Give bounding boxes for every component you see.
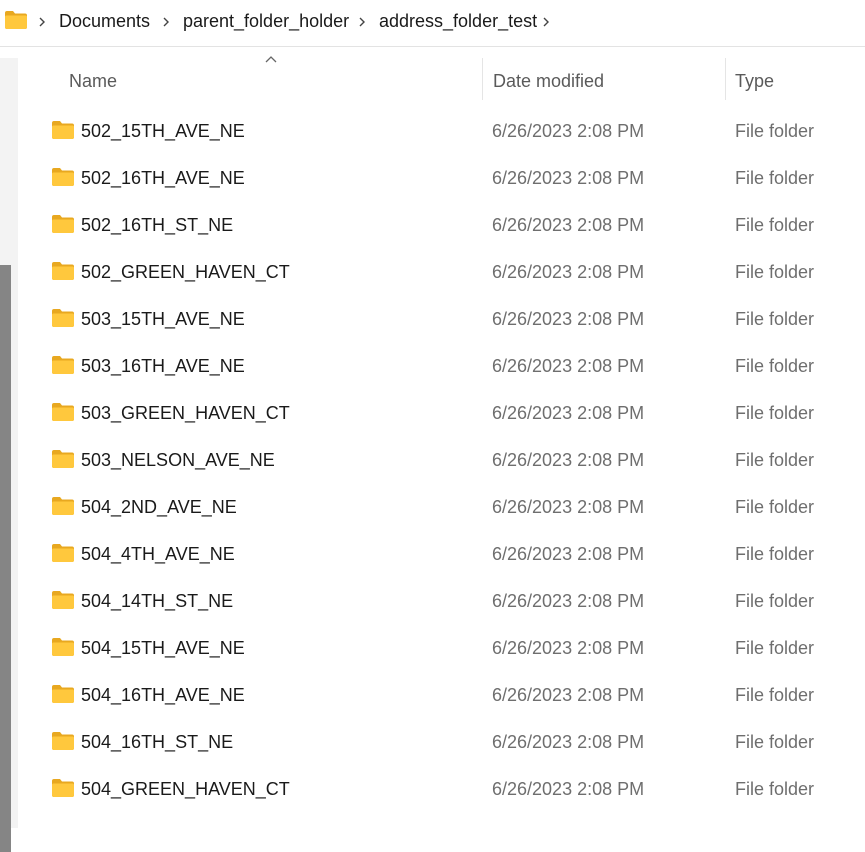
table-row[interactable]: 504_14TH_ST_NE 6/26/2023 2:08 PM File fold… <box>20 578 865 625</box>
folder-icon <box>52 779 74 797</box>
file-name[interactable]: 503_NELSON_AVE_NE <box>81 450 275 471</box>
date-modified: 6/26/2023 2:08 PM <box>492 732 645 752</box>
chevron-up-icon <box>265 56 277 63</box>
file-type: File folder <box>735 732 815 752</box>
file-name[interactable]: 504_14TH_ST_NE <box>81 591 233 612</box>
date-modified: 6/26/2023 2:08 PM <box>492 309 645 329</box>
date-modified: 6/26/2023 2:08 PM <box>492 685 645 705</box>
date-modified: 6/26/2023 2:08 PM <box>492 544 645 564</box>
breadcrumb-item-current-folder[interactable]: address_folder_test <box>379 11 537 32</box>
date-modified: 6/26/2023 2:08 PM <box>492 121 645 141</box>
table-row[interactable]: 504_16TH_AVE_NE 6/26/2023 2:08 PM File fol… <box>20 672 865 719</box>
toolbar-divider <box>0 46 865 47</box>
folder-icon <box>52 309 74 327</box>
file-type: File folder <box>735 403 815 423</box>
folder-icon <box>52 215 74 233</box>
file-type: File folder <box>735 309 815 329</box>
file-type: File folder <box>735 544 815 564</box>
table-row[interactable]: 504_4TH_AVE_NE 6/26/2023 2:08 PM File fold… <box>20 531 865 578</box>
table-row[interactable]: 502_16TH_ST_NE 6/26/2023 2:08 PM File fold… <box>20 202 865 249</box>
file-name[interactable]: 504_2ND_AVE_NE <box>81 497 237 518</box>
column-resize-handle[interactable] <box>725 58 726 100</box>
chevron-right-icon[interactable] <box>160 16 172 28</box>
breadcrumb: Documents parent_folder_holder address_f… <box>0 0 865 45</box>
date-modified: 6/26/2023 2:08 PM <box>492 262 645 282</box>
file-type: File folder <box>735 638 815 658</box>
table-row[interactable]: 504_15TH_AVE_NE 6/26/2023 2:08 PM File fol… <box>20 625 865 672</box>
file-name[interactable]: 504_4TH_AVE_NE <box>81 544 235 565</box>
file-explorer-window: Documents parent_folder_holder address_f… <box>0 0 865 852</box>
table-row[interactable]: 502_16TH_AVE_NE 6/26/2023 2:08 PM File fol… <box>20 155 865 202</box>
file-name[interactable]: 502_15TH_AVE_NE <box>81 121 245 142</box>
file-list: 502_15TH_AVE_NE 6/26/2023 2:08 PM File fol… <box>20 108 865 813</box>
nav-pane-scrollbar[interactable] <box>0 58 18 852</box>
file-name[interactable]: 502_GREEN_HAVEN_CT <box>81 262 290 283</box>
folder-icon <box>52 450 74 468</box>
table-row[interactable]: 503_15TH_AVE_NE 6/26/2023 2:08 PM File fol… <box>20 296 865 343</box>
column-header-name[interactable]: Name <box>69 71 117 92</box>
file-name[interactable]: 504_16TH_AVE_NE <box>81 685 245 706</box>
table-row[interactable]: 504_GREEN_HAVEN_CT 6/26/2023 2:08 PM File … <box>20 766 865 813</box>
file-name[interactable]: 504_15TH_AVE_NE <box>81 638 245 659</box>
folder-icon <box>52 685 74 703</box>
file-type: File folder <box>735 685 815 705</box>
column-header-row: Name Date modified Type <box>20 56 865 100</box>
folder-icon <box>52 544 74 562</box>
date-modified: 6/26/2023 2:08 PM <box>492 497 645 517</box>
date-modified: 6/26/2023 2:08 PM <box>492 779 645 799</box>
file-type: File folder <box>735 356 815 376</box>
column-header-type[interactable]: Type <box>735 71 774 92</box>
file-type: File folder <box>735 168 815 188</box>
folder-icon <box>52 638 74 656</box>
chevron-right-icon[interactable] <box>356 16 368 28</box>
table-row[interactable]: 504_16TH_ST_NE 6/26/2023 2:08 PM File fold… <box>20 719 865 766</box>
table-row[interactable]: 504_2ND_AVE_NE 6/26/2023 2:08 PM File fold… <box>20 484 865 531</box>
folder-icon <box>52 262 74 280</box>
folder-icon[interactable] <box>4 10 28 30</box>
folder-icon <box>52 497 74 515</box>
file-type: File folder <box>735 121 815 141</box>
date-modified: 6/26/2023 2:08 PM <box>492 638 645 658</box>
date-modified: 6/26/2023 2:08 PM <box>492 450 645 470</box>
date-modified: 6/26/2023 2:08 PM <box>492 356 645 376</box>
date-modified: 6/26/2023 2:08 PM <box>492 168 645 188</box>
table-row[interactable]: 502_15TH_AVE_NE 6/26/2023 2:08 PM File fol… <box>20 108 865 155</box>
chevron-right-icon[interactable] <box>540 16 552 28</box>
date-modified: 6/26/2023 2:08 PM <box>492 403 645 423</box>
file-type: File folder <box>735 450 815 470</box>
table-row[interactable]: 503_16TH_AVE_NE 6/26/2023 2:08 PM File fol… <box>20 343 865 390</box>
file-name[interactable]: 502_16TH_AVE_NE <box>81 168 245 189</box>
folder-icon <box>52 403 74 421</box>
chevron-right-icon[interactable] <box>36 16 48 28</box>
file-type: File folder <box>735 497 815 517</box>
file-name[interactable]: 502_16TH_ST_NE <box>81 215 233 236</box>
column-resize-handle[interactable] <box>482 58 483 100</box>
file-name[interactable]: 503_GREEN_HAVEN_CT <box>81 403 290 424</box>
table-row[interactable]: 503_NELSON_AVE_NE 6/26/2023 2:08 PM File f… <box>20 437 865 484</box>
folder-icon <box>52 591 74 609</box>
table-row[interactable]: 503_GREEN_HAVEN_CT 6/26/2023 2:08 PM File … <box>20 390 865 437</box>
date-modified: 6/26/2023 2:08 PM <box>492 591 645 611</box>
folder-icon <box>52 168 74 186</box>
file-name[interactable]: 503_16TH_AVE_NE <box>81 356 245 377</box>
table-row[interactable]: 502_GREEN_HAVEN_CT 6/26/2023 2:08 PM File … <box>20 249 865 296</box>
scrollbar-thumb[interactable] <box>0 265 11 852</box>
date-modified: 6/26/2023 2:08 PM <box>492 215 645 235</box>
folder-icon <box>52 356 74 374</box>
file-name[interactable]: 503_15TH_AVE_NE <box>81 309 245 330</box>
file-name[interactable]: 504_GREEN_HAVEN_CT <box>81 779 290 800</box>
breadcrumb-item-parent-folder[interactable]: parent_folder_holder <box>183 11 349 32</box>
column-header-date-modified[interactable]: Date modified <box>493 71 604 92</box>
file-name[interactable]: 504_16TH_ST_NE <box>81 732 233 753</box>
file-type: File folder <box>735 779 815 799</box>
file-type: File folder <box>735 215 815 235</box>
file-type: File folder <box>735 262 815 282</box>
breadcrumb-item-documents[interactable]: Documents <box>59 11 150 32</box>
folder-icon <box>52 121 74 139</box>
folder-icon <box>52 732 74 750</box>
file-type: File folder <box>735 591 815 611</box>
